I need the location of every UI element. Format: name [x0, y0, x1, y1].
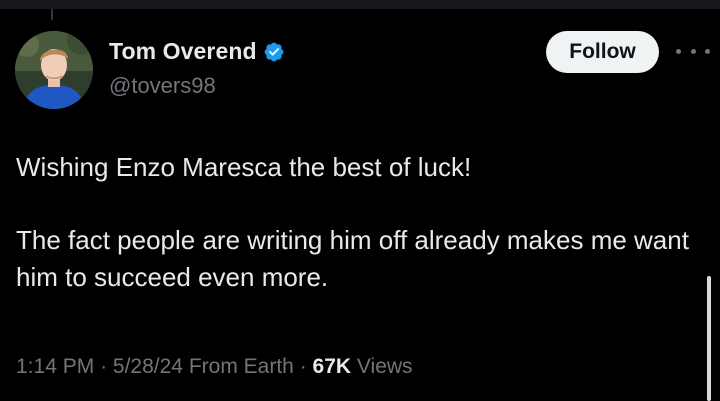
more-dot — [676, 48, 681, 54]
tweet-location: From Earth — [188, 355, 294, 378]
more-options-icon[interactable] — [676, 41, 710, 61]
tweet-paragraph: The fact people are writing him off alre… — [16, 225, 689, 292]
top-edge-divider — [0, 0, 720, 9]
meta-separator: · — [299, 355, 307, 378]
views-count[interactable]: 67K — [313, 355, 352, 378]
meta-separator: · — [100, 355, 108, 378]
tweet-text: Wishing Enzo Maresca the best of luck! T… — [16, 149, 696, 296]
views-label: Views — [356, 355, 413, 378]
author-handle[interactable]: @tovers98 — [109, 73, 216, 99]
author-display-name[interactable]: Tom Overend — [109, 38, 257, 65]
tweet-paragraph: Wishing Enzo Maresca the best of luck! — [16, 152, 472, 182]
more-dot — [690, 48, 696, 54]
follow-button[interactable]: Follow — [546, 31, 659, 73]
tweet-time[interactable]: 1:14 PM — [16, 355, 94, 378]
avatar[interactable] — [15, 31, 93, 109]
more-dot — [705, 48, 710, 54]
verified-badge-icon[interactable] — [263, 41, 285, 63]
thread-connector-line — [51, 9, 53, 20]
author-name-row: Tom Overend — [109, 38, 285, 65]
scrollbar-thumb[interactable] — [707, 276, 711, 401]
avatar-image — [15, 31, 93, 109]
tweet-meta: 1:14 PM · 5/28/24 From Earth · 67K Views — [16, 355, 413, 379]
tweet-date[interactable]: 5/28/24 — [113, 355, 183, 378]
